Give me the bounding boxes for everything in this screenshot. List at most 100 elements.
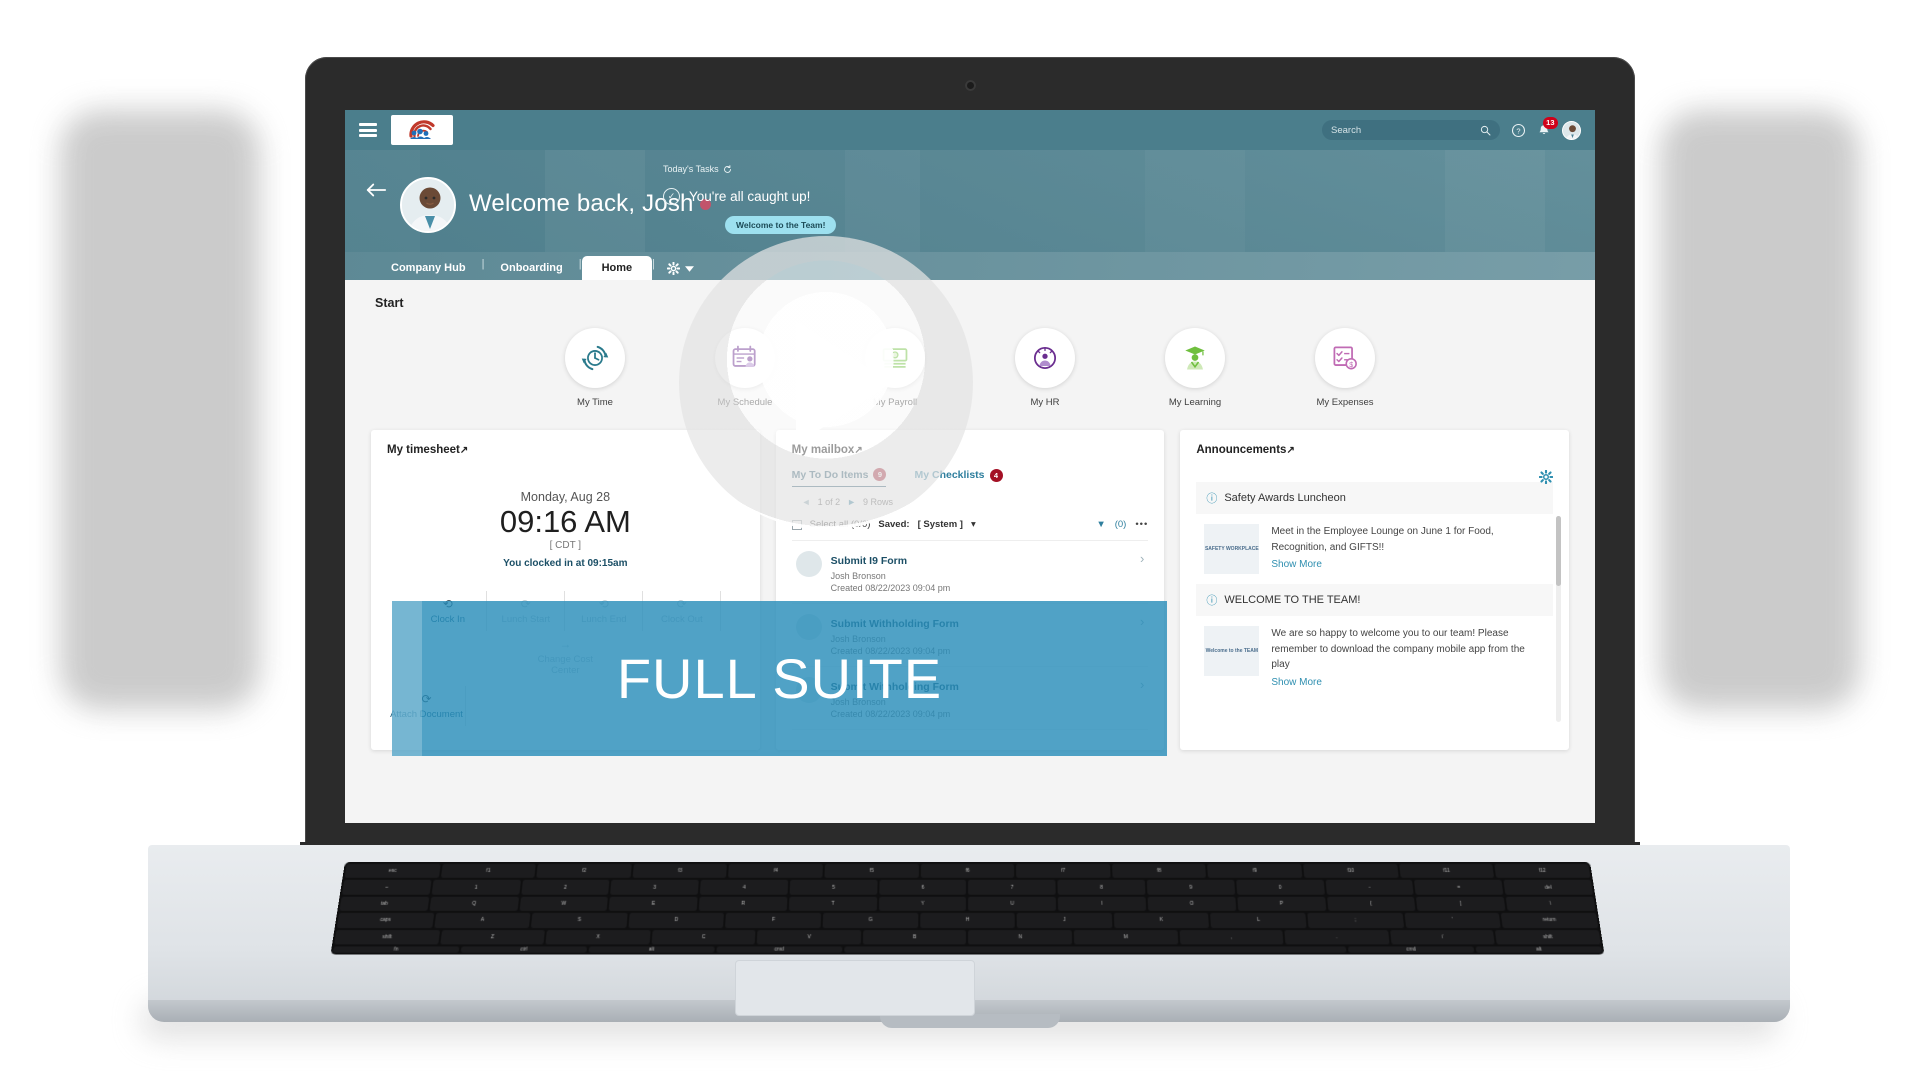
keyboard-key[interactable]: P xyxy=(1237,896,1326,912)
keyboard-key[interactable]: esc xyxy=(344,863,441,879)
search-box[interactable] xyxy=(1322,120,1500,140)
show-more-link[interactable]: Show More xyxy=(1271,677,1545,688)
keyboard-key[interactable]: 4 xyxy=(699,880,789,895)
keyboard-key[interactable]: 0 xyxy=(1236,880,1325,895)
keyboard-key[interactable]: shift xyxy=(334,929,440,945)
keyboard-key[interactable]: 6 xyxy=(878,880,967,895)
chevron-right-icon[interactable]: › xyxy=(1140,551,1144,566)
external-link-icon[interactable]: ↗ xyxy=(460,445,468,456)
keyboard-key[interactable]: 7 xyxy=(968,880,1056,895)
company-logo[interactable] xyxy=(391,115,453,145)
welcome-team-badge[interactable]: Welcome to the Team! xyxy=(725,216,837,234)
keyboard-key[interactable]: 8 xyxy=(1057,880,1146,895)
keyboard-key[interactable]: X xyxy=(545,929,651,945)
timesheet-card-title[interactable]: My timesheet↗ xyxy=(387,444,744,456)
quick-link-my-learning[interactable]: My Learning xyxy=(1149,328,1241,408)
keyboard-key[interactable]: R xyxy=(698,896,788,912)
laptop-keyboard[interactable]: esc f1 f2 f3 f4 f5 f6 f7 f8 f9 f10 f11 f12 ~1 2 3 4 5 6 7 8 9… xyxy=(330,862,1605,955)
keyboard-key[interactable]: cmd xyxy=(716,946,843,953)
hamburger-icon[interactable] xyxy=(359,123,377,137)
keyboard-key[interactable]: = xyxy=(1414,880,1504,895)
keyboard-key[interactable]: Q xyxy=(429,896,519,912)
keyboard-key[interactable]: f5 xyxy=(824,863,919,879)
announcement-heading[interactable]: ⓘ WELCOME TO THE TEAM! xyxy=(1196,584,1554,616)
keyboard-key[interactable]: Y xyxy=(878,896,967,912)
keyboard-key[interactable]: ctrl xyxy=(460,946,587,953)
keyboard-key[interactable]: caps xyxy=(336,913,434,928)
chevron-down-icon[interactable]: ▾ xyxy=(971,519,976,530)
announcements-gear-icon[interactable] xyxy=(1539,470,1554,484)
keyboard-key[interactable]: alt xyxy=(588,946,715,953)
keyboard-key[interactable]: H xyxy=(919,913,1016,928)
keyboard-key[interactable]: del xyxy=(1503,880,1594,895)
search-icon[interactable] xyxy=(1480,125,1491,136)
keyboard-key[interactable]: 1 xyxy=(431,880,521,895)
play-button-icon[interactable] xyxy=(679,236,973,530)
keyboard-key[interactable]: tab xyxy=(339,896,430,912)
saved-value[interactable]: [ System ] xyxy=(918,519,963,530)
keyboard-key[interactable]: M xyxy=(1073,929,1178,945)
keyboard-key[interactable]: shift xyxy=(1495,929,1601,945)
tab-onboarding[interactable]: Onboarding xyxy=(484,256,578,280)
keyboard-key[interactable]: f6 xyxy=(920,863,1015,879)
keyboard-key[interactable]: I xyxy=(1058,896,1147,912)
tab-settings-menu[interactable] xyxy=(655,257,706,280)
user-avatar[interactable] xyxy=(1562,120,1581,140)
keyboard-key[interactable]: ] xyxy=(1416,896,1506,912)
keyboard-key[interactable]: fn xyxy=(332,946,460,953)
list-item[interactable]: Submit I9 Form Josh Bronson Created 08/2… xyxy=(791,541,1149,604)
keyboard-key[interactable]: ' xyxy=(1404,913,1501,928)
keyboard-key[interactable]: C xyxy=(651,929,756,945)
refresh-icon[interactable] xyxy=(723,164,732,174)
quick-link-my-hr[interactable]: My HR xyxy=(999,328,1091,408)
keyboard-key[interactable]: f11 xyxy=(1398,863,1495,879)
keyboard-key[interactable]: E xyxy=(608,896,698,912)
keyboard-key[interactable]: B xyxy=(862,929,967,945)
keyboard-key[interactable]: f10 xyxy=(1303,863,1399,879)
keyboard-key[interactable]: G xyxy=(822,913,919,928)
keyboard-key[interactable]: F xyxy=(725,913,822,928)
keyboard-key[interactable]: f7 xyxy=(1016,863,1111,879)
keyboard-key[interactable]: f4 xyxy=(728,863,823,879)
keyboard-key[interactable]: W xyxy=(519,896,609,912)
back-arrow-icon[interactable] xyxy=(365,182,387,198)
notifications-bell[interactable]: 13 xyxy=(1537,116,1558,138)
keyboard-key[interactable]: f3 xyxy=(632,863,728,879)
scrollbar-thumb[interactable] xyxy=(1556,516,1562,586)
quick-link-my-time[interactable]: My Time xyxy=(549,328,641,408)
keyboard-key[interactable]: ; xyxy=(1307,913,1404,928)
filter-icon[interactable]: ▼ xyxy=(1096,519,1105,530)
keyboard-key[interactable]: S xyxy=(531,913,628,928)
show-more-link[interactable]: Show More xyxy=(1271,559,1545,570)
keyboard-key[interactable]: . xyxy=(1284,929,1390,945)
keyboard-key[interactable]: f1 xyxy=(440,863,537,879)
external-link-icon[interactable]: ↗ xyxy=(1286,445,1294,456)
keyboard-key[interactable]: L xyxy=(1210,913,1307,928)
keyboard-key[interactable]: f9 xyxy=(1207,863,1303,879)
keyboard-key[interactable]: [ xyxy=(1326,896,1416,912)
keyboard-key[interactable]: Z xyxy=(439,929,546,945)
quick-link-my-expenses[interactable]: $ My Expenses xyxy=(1299,328,1391,408)
keyboard-key[interactable]: 5 xyxy=(789,880,878,895)
announcement-heading[interactable]: ⓘ Safety Awards Luncheon xyxy=(1196,482,1554,514)
keyboard-key[interactable]: f12 xyxy=(1494,863,1591,879)
keyboard-key[interactable]: V xyxy=(757,929,862,945)
keyboard-key[interactable]: O xyxy=(1147,896,1237,912)
search-input[interactable] xyxy=(1331,124,1474,136)
keyboard-key[interactable]: f8 xyxy=(1111,863,1207,879)
keyboard-key[interactable]: alt xyxy=(1475,946,1603,953)
profile-avatar[interactable] xyxy=(400,177,456,233)
announcements-card-title[interactable]: Announcements↗ xyxy=(1196,444,1553,456)
keyboard-key[interactable]: 2 xyxy=(520,880,610,895)
keyboard-key[interactable]: N xyxy=(968,929,1073,945)
keyboard-key[interactable]: / xyxy=(1389,929,1496,945)
keyboard-key[interactable]: f2 xyxy=(536,863,632,879)
more-options-icon[interactable]: ••• xyxy=(1135,519,1148,530)
keyboard-key[interactable]: 9 xyxy=(1146,880,1235,895)
tab-home[interactable]: Home xyxy=(581,256,653,280)
tab-company-hub[interactable]: Company Hub xyxy=(375,256,482,280)
keyboard-key[interactable]: cmd xyxy=(1348,946,1475,953)
keyboard-key[interactable] xyxy=(843,946,1347,953)
keyboard-key[interactable]: \ xyxy=(1505,896,1596,912)
help-icon[interactable]: ? xyxy=(1511,123,1526,138)
